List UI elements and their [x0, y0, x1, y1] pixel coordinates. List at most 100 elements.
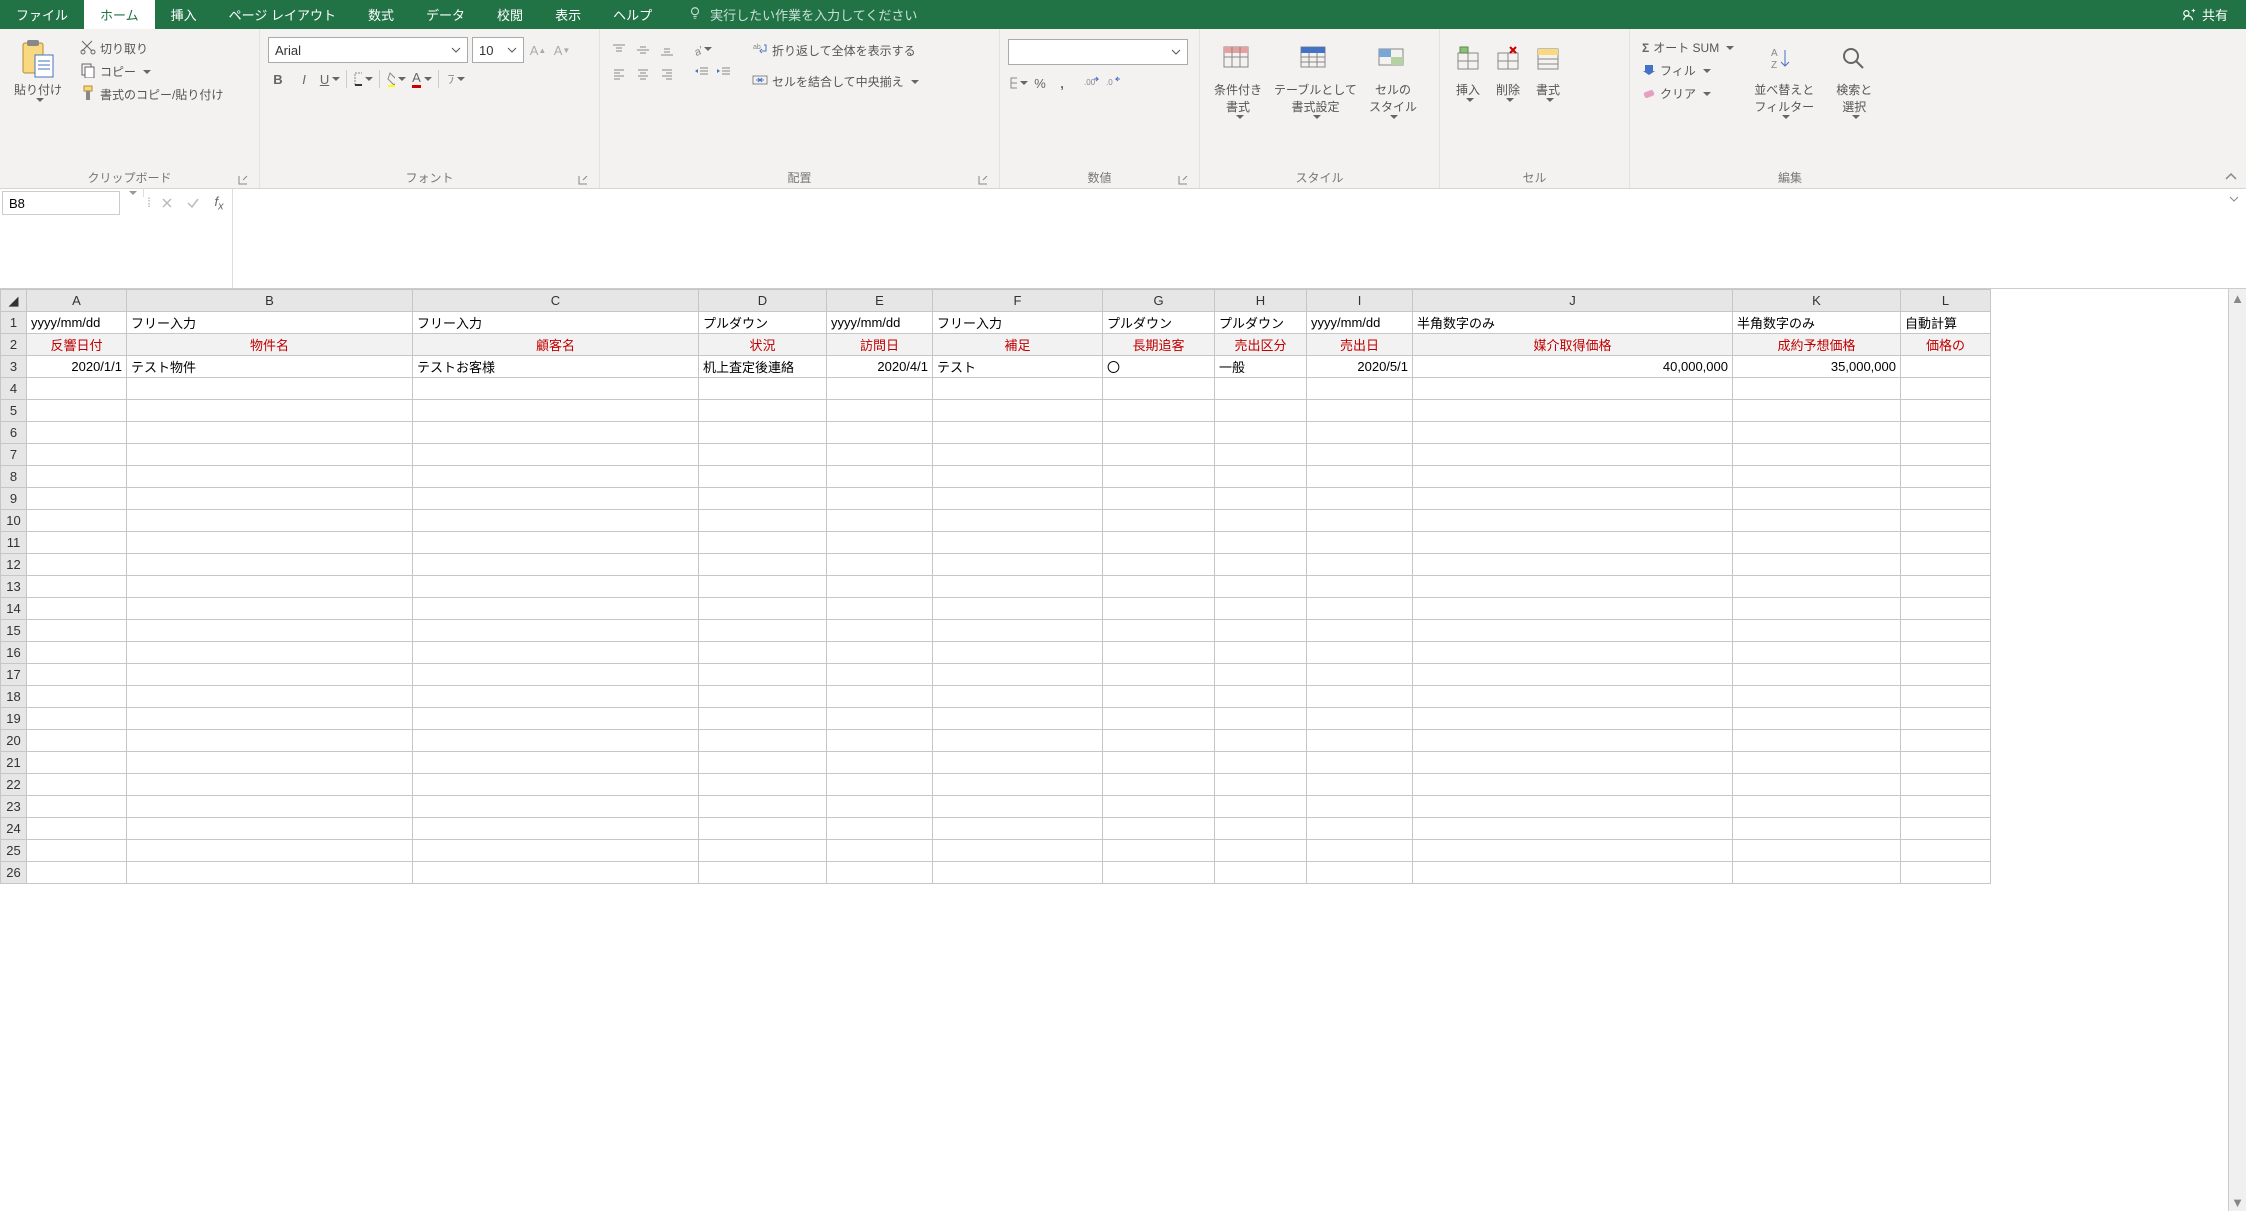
cell[interactable] [933, 576, 1103, 598]
wrap-text-button[interactable]: ab 折り返して全体を表示する [748, 39, 923, 62]
fill-color-button[interactable] [386, 69, 406, 89]
cell[interactable] [1307, 466, 1413, 488]
collapse-ribbon-button[interactable] [2224, 170, 2238, 187]
decrease-decimal-button[interactable]: .0 [1104, 73, 1124, 93]
row-header[interactable]: 20 [1, 730, 27, 752]
cell[interactable] [1733, 752, 1901, 774]
align-left-button[interactable] [608, 63, 630, 85]
column-header[interactable]: I [1307, 290, 1413, 312]
select-all-corner[interactable]: ◢ [1, 290, 27, 312]
orientation-button[interactable]: ab [692, 39, 712, 59]
cell[interactable] [933, 620, 1103, 642]
cell[interactable] [1413, 378, 1733, 400]
cell[interactable] [1215, 400, 1307, 422]
cell[interactable] [1733, 620, 1901, 642]
cell[interactable] [933, 422, 1103, 444]
cell[interactable] [1307, 818, 1413, 840]
paste-button[interactable]: 貼り付け [8, 33, 68, 106]
row-header[interactable]: 21 [1, 752, 27, 774]
cell[interactable] [27, 664, 127, 686]
cell[interactable] [127, 840, 413, 862]
cell[interactable] [827, 774, 933, 796]
cell[interactable] [699, 774, 827, 796]
cell[interactable] [1413, 840, 1733, 862]
percent-button[interactable]: % [1030, 73, 1050, 93]
column-header[interactable]: B [127, 290, 413, 312]
cell[interactable] [699, 708, 827, 730]
cell[interactable] [827, 642, 933, 664]
cell[interactable] [127, 862, 413, 884]
cell[interactable] [413, 620, 699, 642]
cell[interactable] [827, 730, 933, 752]
font-name-select[interactable]: Arial [268, 37, 468, 63]
cell[interactable] [1307, 796, 1413, 818]
cell[interactable] [699, 862, 827, 884]
cell[interactable]: フリー入力 [933, 312, 1103, 334]
cell[interactable] [933, 686, 1103, 708]
tab-review[interactable]: 校閲 [481, 0, 539, 29]
cell[interactable] [1307, 620, 1413, 642]
cell[interactable] [1103, 862, 1215, 884]
cell[interactable] [827, 554, 933, 576]
cell[interactable] [699, 818, 827, 840]
clipboard-launcher-icon[interactable] [237, 174, 249, 186]
row-header[interactable]: 12 [1, 554, 27, 576]
cell[interactable] [827, 620, 933, 642]
cell[interactable] [1413, 532, 1733, 554]
tab-insert[interactable]: 挿入 [155, 0, 213, 29]
cell[interactable] [413, 510, 699, 532]
row-header[interactable]: 4 [1, 378, 27, 400]
expand-formula-bar-button[interactable] [2222, 189, 2246, 288]
cell[interactable] [699, 840, 827, 862]
cell[interactable] [127, 664, 413, 686]
cell[interactable] [127, 796, 413, 818]
cell[interactable] [1215, 422, 1307, 444]
row-header[interactable]: 22 [1, 774, 27, 796]
cell[interactable] [1413, 400, 1733, 422]
cell[interactable] [699, 576, 827, 598]
cell[interactable] [933, 510, 1103, 532]
cell[interactable] [1307, 840, 1413, 862]
cell[interactable] [1307, 686, 1413, 708]
cell[interactable] [1103, 774, 1215, 796]
cell[interactable] [1413, 730, 1733, 752]
cell[interactable] [413, 730, 699, 752]
cell[interactable] [1103, 642, 1215, 664]
cell[interactable] [699, 378, 827, 400]
cell[interactable]: 2020/1/1 [27, 356, 127, 378]
cell[interactable] [1733, 686, 1901, 708]
cell[interactable] [1901, 532, 1991, 554]
cell[interactable]: 媒介取得価格 [1413, 334, 1733, 356]
cell[interactable]: 物件名 [127, 334, 413, 356]
cell[interactable]: フリー入力 [127, 312, 413, 334]
column-header[interactable]: H [1215, 290, 1307, 312]
confirm-formula-button[interactable] [180, 191, 206, 215]
cell[interactable] [413, 708, 699, 730]
cell[interactable] [413, 422, 699, 444]
cell[interactable] [699, 488, 827, 510]
row-header[interactable]: 17 [1, 664, 27, 686]
alignment-launcher-icon[interactable] [977, 174, 989, 186]
format-painter-button[interactable]: 書式のコピー/貼り付け [76, 83, 227, 106]
cell[interactable] [1215, 796, 1307, 818]
cell[interactable] [1733, 554, 1901, 576]
accounting-format-button[interactable] [1008, 73, 1028, 93]
cell[interactable]: 半角数字のみ [1733, 312, 1901, 334]
cell[interactable] [1413, 576, 1733, 598]
autosum-button[interactable]: Σ オート SUM [1638, 37, 1738, 58]
row-header[interactable]: 19 [1, 708, 27, 730]
phonetic-button[interactable]: ア [445, 69, 465, 89]
number-format-select[interactable] [1008, 39, 1188, 65]
cell[interactable] [1215, 466, 1307, 488]
formula-bar-input[interactable] [232, 189, 2222, 288]
cell[interactable] [827, 488, 933, 510]
increase-font-icon[interactable]: A▲ [528, 40, 548, 60]
name-box-dropdown[interactable] [122, 189, 144, 197]
cell[interactable] [1901, 356, 1991, 378]
cell[interactable] [933, 862, 1103, 884]
cell[interactable] [699, 598, 827, 620]
insert-function-button[interactable]: fx [206, 191, 232, 215]
cell[interactable] [933, 642, 1103, 664]
cell[interactable] [413, 862, 699, 884]
cell[interactable] [127, 730, 413, 752]
